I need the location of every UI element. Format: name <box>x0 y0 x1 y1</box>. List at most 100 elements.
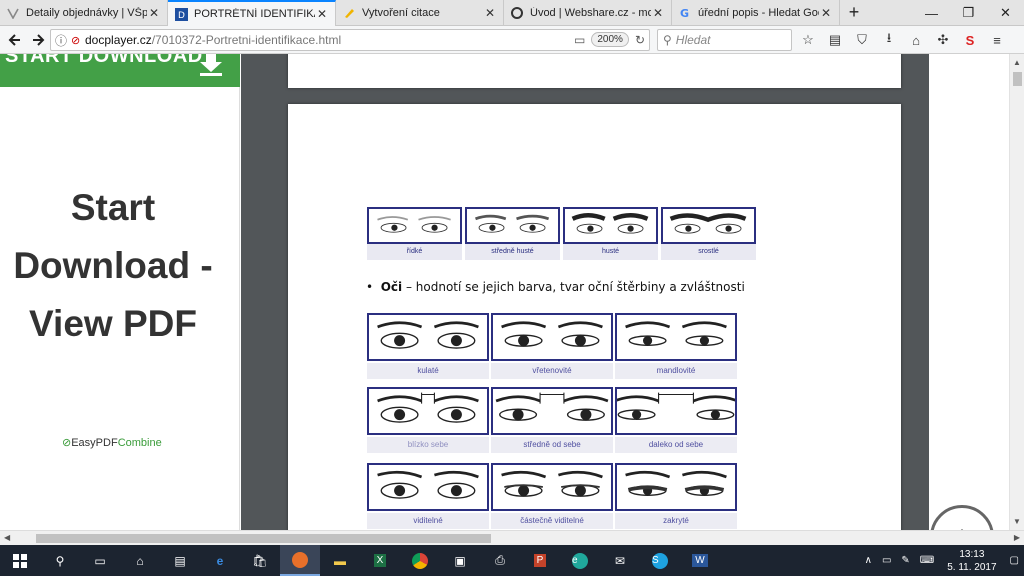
pdf-page-previous <box>288 54 901 88</box>
system-tray: ∧ ▭ ✎ ⌨ 13:13 5. 11. 2017 ▢ <box>860 545 1024 576</box>
eye-caption: viditelné <box>367 513 489 529</box>
scroll-up-arrow-icon[interactable]: ▲ <box>1013 58 1021 67</box>
close-icon[interactable]: ✕ <box>147 6 161 20</box>
home-icon[interactable]: ⌂ <box>904 28 928 52</box>
reader-view-icon[interactable]: ▭ <box>574 33 585 47</box>
eyebrow-caption: husté <box>563 244 658 260</box>
window-controls: — ❐ ✕ <box>913 0 1024 26</box>
zoom-level[interactable]: 200% <box>591 32 629 47</box>
back-button[interactable] <box>3 28 27 52</box>
close-icon[interactable]: ✕ <box>819 6 833 20</box>
chevron-up-icon[interactable]: ∧ <box>860 555 877 566</box>
bullet-description: – hodnotí se jejich barva, tvar oční ště… <box>402 280 745 294</box>
tab-citace[interactable]: Vytvoření citace ✕ <box>336 0 504 26</box>
eyebrow-item <box>465 207 560 249</box>
bullet-dot: • <box>366 280 381 294</box>
keyboard-icon[interactable]: ⌨ <box>915 555 939 566</box>
url-host: docplayer.cz <box>85 33 152 47</box>
restore-icon[interactable]: ❐ <box>950 0 987 26</box>
edge-icon[interactable]: e <box>200 545 240 576</box>
eye-shape-image <box>491 387 613 435</box>
edge-legacy-icon[interactable]: e <box>560 545 600 576</box>
skype-icon[interactable]: S <box>640 545 680 576</box>
docplayer-icon: D <box>174 7 188 21</box>
paperclip-icon: ⊘ <box>62 437 72 449</box>
pencil-icon <box>342 6 356 20</box>
firefox-icon[interactable] <box>280 545 320 576</box>
url-bar[interactable]: ⓘ ⊘ docplayer.cz/7010372-Portretni-ident… <box>50 29 650 51</box>
new-tab-button[interactable]: + <box>840 0 868 25</box>
eyebrow-item <box>661 207 756 249</box>
search-icon[interactable]: ⚲ <box>40 545 80 576</box>
powerpoint-icon[interactable]: P <box>520 545 560 576</box>
close-icon[interactable]: ✕ <box>315 7 329 21</box>
s-extension-icon[interactable]: S <box>958 28 982 52</box>
download-arrow-icon <box>200 54 222 76</box>
logo-part: EasyPDF <box>71 437 118 449</box>
mail-icon[interactable]: ✉ <box>600 545 640 576</box>
tab-portretni[interactable]: D PORTRÉTNÍ IDENTIFIKACE - Do ✕ <box>168 0 336 26</box>
network-drive-icon[interactable]: ▤ <box>160 545 200 576</box>
forward-button[interactable] <box>26 28 50 52</box>
eye-shape-image <box>367 387 489 435</box>
download-icon[interactable]: ⭳ <box>877 28 901 52</box>
remote-desktop-icon[interactable]: ▣ <box>440 545 480 576</box>
tab-google[interactable]: G úřední popis - Hledat Googlem ✕ <box>672 0 840 26</box>
printer-icon[interactable]: ⎙ <box>480 545 520 576</box>
file-explorer-icon[interactable]: ▬ <box>320 545 360 576</box>
notifications-icon[interactable]: ▢ <box>1005 555 1024 566</box>
windows-start-icon[interactable] <box>0 545 40 576</box>
tab-webshare[interactable]: Úvod | Webshare.cz - moderní ✕ <box>504 0 672 26</box>
home-icon[interactable]: ⌂ <box>120 545 160 576</box>
eyebrow-figure <box>367 207 756 249</box>
word-icon[interactable]: W <box>680 545 720 576</box>
task-view-icon[interactable]: ▭ <box>80 545 120 576</box>
search-input[interactable]: ⚲ Hledat <box>657 29 792 51</box>
horizontal-scrollbar[interactable]: ◀ ▶ <box>0 530 1024 545</box>
close-window-icon[interactable]: ✕ <box>987 0 1024 26</box>
eyebrow-medium-image <box>465 207 560 244</box>
toolbar-icons: ☆ ▤ ⛉ ⭳ ⌂ ✣ S ≡ <box>796 28 1009 52</box>
library-icon[interactable]: ▤ <box>823 28 847 52</box>
eye-shape-image <box>491 313 613 361</box>
clock[interactable]: 13:13 5. 11. 2017 <box>939 548 1004 574</box>
close-icon[interactable]: ✕ <box>651 6 665 20</box>
pen-icon[interactable]: ✎ <box>896 555 914 566</box>
eye-shape-image <box>367 313 489 361</box>
insecure-lock-icon[interactable]: ⊘ <box>71 34 85 47</box>
easypdf-logo[interactable]: ⊘EasyPDFCombine <box>62 436 162 449</box>
eye-caption: mandlovité <box>615 363 737 379</box>
bookmark-star-icon[interactable]: ☆ <box>796 28 820 52</box>
logo-part: Combine <box>117 437 162 449</box>
store-icon[interactable]: 🛍 <box>240 545 280 576</box>
v-icon <box>6 6 20 20</box>
start-download-banner[interactable]: START DOWNLOAD <box>0 54 240 87</box>
webshare-icon <box>510 6 524 20</box>
eye-shape-image <box>615 387 737 435</box>
scroll-thumb[interactable] <box>36 534 491 543</box>
url-path: /7010372-Portretni-identifikace.html <box>151 33 342 47</box>
tab-title: Vytvoření citace <box>362 7 440 19</box>
scroll-thumb[interactable] <box>1013 72 1022 86</box>
scroll-right-arrow-icon[interactable]: ▶ <box>1014 533 1020 542</box>
excel-icon[interactable]: X <box>360 545 400 576</box>
chrome-icon[interactable] <box>400 545 440 576</box>
battery-icon[interactable]: ▭ <box>877 555 896 566</box>
close-icon[interactable]: ✕ <box>483 6 497 20</box>
info-icon[interactable]: ⓘ <box>55 32 71 49</box>
pocket-icon[interactable]: ⛉ <box>850 28 874 52</box>
tab-title: Úvod | Webshare.cz - moderní <box>530 7 651 19</box>
tab-bar: Detaily objednávky | VŠpráce ✕ D PORTRÉT… <box>0 0 1024 26</box>
heading-line: View PDF <box>29 303 197 344</box>
eye-shape-image <box>615 463 737 511</box>
google-icon: G <box>678 6 692 20</box>
minimize-icon[interactable]: — <box>913 0 950 26</box>
scroll-down-arrow-icon[interactable]: ▼ <box>1013 517 1021 526</box>
start-download-heading[interactable]: Start Download - View PDF <box>0 179 226 353</box>
vertical-scrollbar[interactable]: ▲ ▼ <box>1009 54 1024 530</box>
scroll-left-arrow-icon[interactable]: ◀ <box>4 533 10 542</box>
tab-vsprace[interactable]: Detaily objednávky | VŠpráce ✕ <box>0 0 168 26</box>
reload-icon[interactable]: ↻ <box>635 33 645 47</box>
menu-icon[interactable]: ≡ <box>985 28 1009 52</box>
extension-icon[interactable]: ✣ <box>931 28 955 52</box>
